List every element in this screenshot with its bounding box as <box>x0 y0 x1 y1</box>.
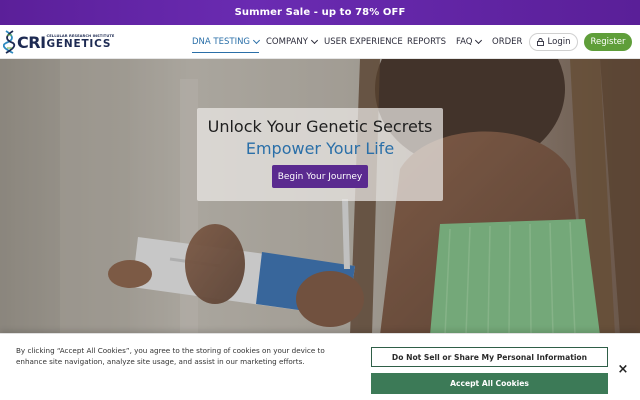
lock-icon <box>536 38 544 46</box>
promo-text: Summer Sale - up to 78% OFF <box>234 7 406 18</box>
chevron-down-icon <box>475 36 483 45</box>
login-button[interactable]: Login <box>529 33 578 51</box>
nav-item-label: USER EXPERIENCE <box>324 37 403 47</box>
close-icon[interactable]: × <box>615 361 631 377</box>
nav-item-label: COMPANY <box>266 37 308 47</box>
login-label: Login <box>547 37 571 47</box>
nav-item-dna-testing[interactable]: DNA TESTING <box>192 25 261 59</box>
cookie-banner: By clicking “Accept All Cookies”, you ag… <box>0 333 640 400</box>
promo-banner[interactable]: Summer Sale - up to 78% OFF <box>0 0 640 25</box>
nav-item-label: ORDER <box>492 37 523 47</box>
nav-item-label: DNA TESTING <box>192 37 251 47</box>
chevron-down-icon <box>252 36 261 45</box>
hero-subtitle: Empower Your Life <box>245 139 395 158</box>
nav-item-user-experience[interactable]: USER EXPERIENCE <box>324 25 403 59</box>
cookie-notice-text: By clicking “Accept All Cookies”, you ag… <box>16 346 325 366</box>
do-not-sell-button[interactable]: Do Not Sell or Share My Personal Informa… <box>371 347 608 367</box>
chevron-down-icon <box>310 36 318 45</box>
accept-all-cookies-button[interactable]: Accept All Cookies <box>371 373 608 394</box>
register-button[interactable]: Register <box>584 33 632 51</box>
register-label: Register <box>590 37 626 47</box>
hero-title: Unlock Your Genetic Secrets <box>207 117 433 136</box>
nav-item-label: FAQ <box>456 37 473 47</box>
begin-journey-button[interactable]: Begin Your Journey <box>272 165 368 188</box>
hero-card: Unlock Your Genetic Secrets Empower Your… <box>197 108 443 201</box>
nav-item-company[interactable]: COMPANY <box>266 25 318 59</box>
nav-item-label: REPORTS <box>407 37 446 47</box>
nav-item-faq[interactable]: FAQ <box>456 25 483 59</box>
hero-section: Unlock Your Genetic Secrets Empower Your… <box>0 59 640 335</box>
nav-item-reports[interactable]: REPORTS <box>407 25 446 59</box>
nav-item-order[interactable]: ORDER <box>492 25 522 59</box>
